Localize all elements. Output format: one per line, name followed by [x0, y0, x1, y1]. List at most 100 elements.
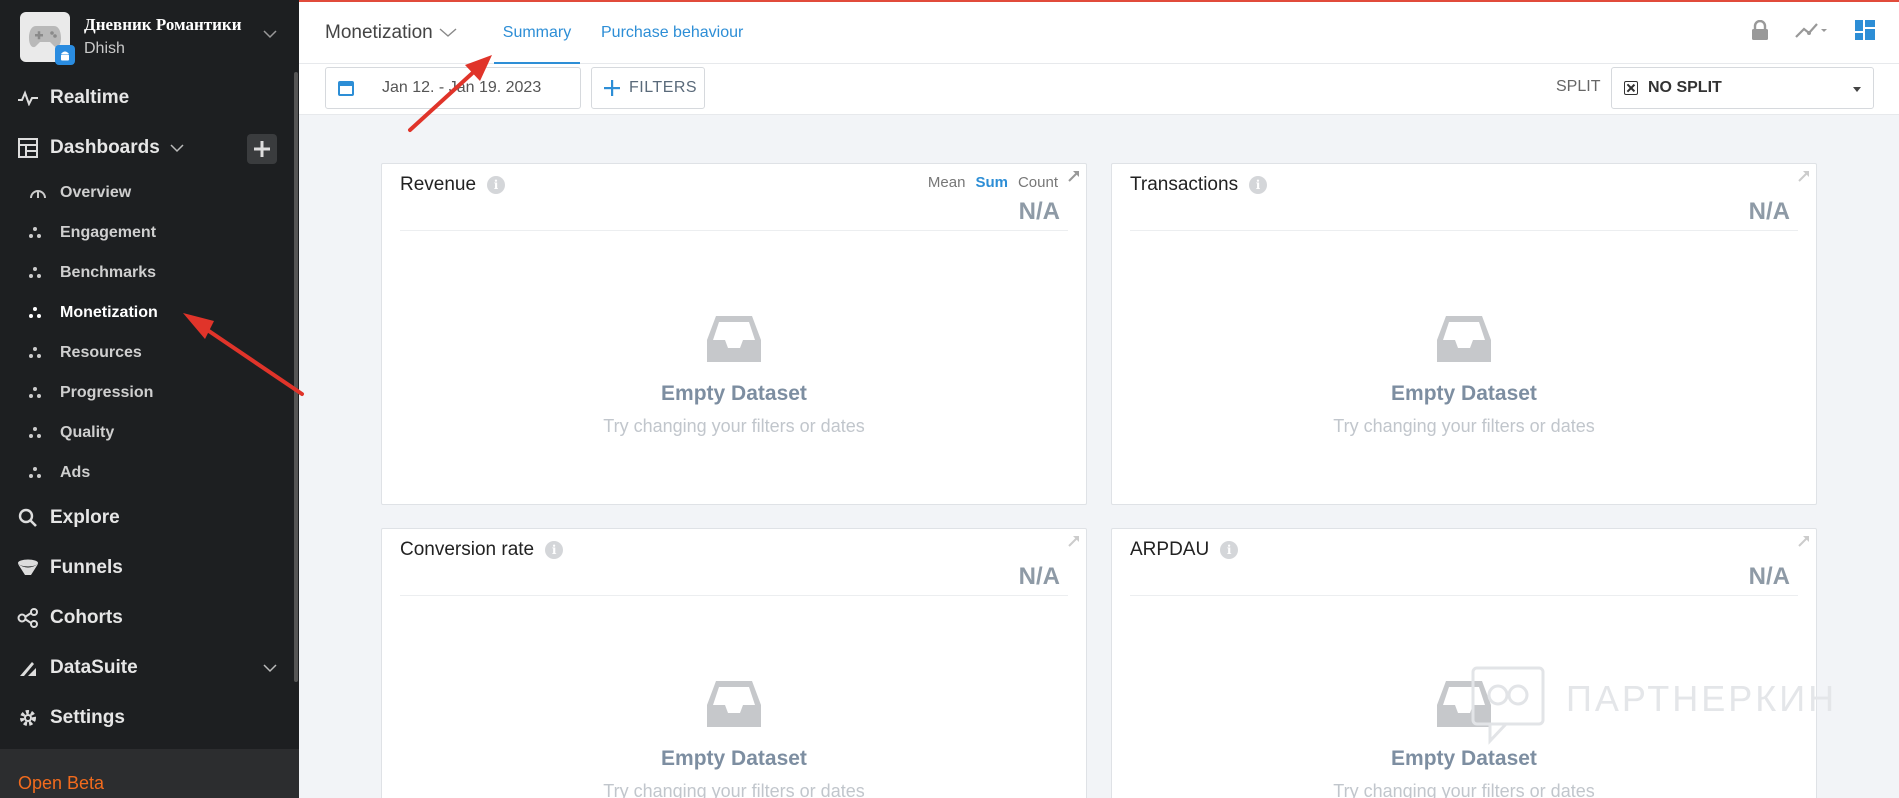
expand-icon[interactable] — [1067, 535, 1080, 548]
chart-settings-icon[interactable] — [1795, 21, 1829, 39]
split-label: SPLIT — [1556, 78, 1601, 95]
card-title: Conversion rate — [400, 539, 535, 560]
sidebar-item-ads[interactable]: Ads — [0, 453, 299, 493]
card-title: Revenue — [400, 174, 477, 195]
nav-funnels-label: Funnels — [50, 557, 123, 578]
open-beta-link[interactable]: Open Beta — [0, 749, 299, 798]
metric-tabs: Mean Sum Count — [928, 174, 1058, 191]
divider — [400, 595, 1068, 596]
nav-cohorts[interactable]: Cohorts — [0, 593, 299, 643]
nav-cohorts-label: Cohorts — [50, 607, 123, 628]
info-icon[interactable]: i — [487, 176, 506, 194]
expand-icon[interactable] — [1797, 170, 1810, 183]
dots-icon — [29, 467, 41, 478]
transactions-card: Transactions i N/A Empty Dataset Try chan… — [1111, 163, 1817, 505]
nav-datasuite[interactable]: DataSuite — [0, 643, 299, 693]
sidebar-item-label: Engagement — [60, 224, 157, 241]
caret-down-icon — [1853, 87, 1861, 92]
tab-purchase-behaviour[interactable]: Purchase behaviour — [601, 24, 743, 64]
app-switcher[interactable]: Дневник Романтики Dhish — [0, 0, 299, 73]
nav-realtime-label: Realtime — [50, 87, 130, 108]
empty-subtitle: Try changing your filters or dates — [1333, 781, 1595, 798]
close-box-icon — [1624, 81, 1638, 95]
sidebar-item-monetization[interactable]: Monetization — [0, 293, 299, 333]
card-title: Transactions — [1130, 174, 1239, 195]
sidebar-item-engagement[interactable]: Engagement — [0, 213, 299, 253]
sidebar-item-label: Benchmarks — [60, 264, 157, 281]
info-icon[interactable]: i — [1249, 176, 1268, 194]
divider — [1130, 230, 1798, 231]
sidebar-item-quality[interactable]: Quality — [0, 413, 299, 453]
metric-tab-sum[interactable]: Sum — [975, 174, 1008, 191]
sidebar-item-label: Overview — [60, 184, 132, 201]
empty-title: Empty Dataset — [1391, 747, 1537, 770]
nav-dashboards-label: Dashboards — [50, 137, 160, 158]
nav-dashboards[interactable]: Dashboards — [0, 123, 299, 173]
dots-icon — [29, 267, 41, 278]
filters-button[interactable]: FILTERS — [591, 67, 705, 109]
arpdau-card: ARPDAU i N/A Empty Dataset Try changing y… — [1111, 528, 1817, 798]
metric-value: N/A — [1018, 563, 1060, 590]
sidebar-item-label: Resources — [60, 344, 142, 361]
nav-realtime[interactable]: Realtime — [0, 73, 299, 123]
empty-state: Empty Dataset Try changing your filters … — [1112, 314, 1816, 437]
app-icon — [20, 11, 75, 65]
search-icon — [16, 506, 40, 530]
app-name: Дневник Романтики — [84, 15, 242, 34]
metric-tab-mean[interactable]: Mean — [928, 174, 966, 191]
breadcrumb[interactable]: Monetization — [325, 22, 457, 44]
empty-title: Empty Dataset — [661, 382, 807, 405]
nav-datasuite-label: DataSuite — [50, 657, 138, 678]
dots-icon — [29, 307, 41, 318]
empty-subtitle: Try changing your filters or dates — [1333, 416, 1595, 436]
sidebar: Дневник Романтики Dhish Realtime Dashboa… — [0, 0, 299, 798]
nav-explore[interactable]: Explore — [0, 493, 299, 543]
nav-funnels[interactable]: Funnels — [0, 543, 299, 593]
metric-value: N/A — [1748, 198, 1790, 225]
sidebar-item-benchmarks[interactable]: Benchmarks — [0, 253, 299, 293]
datasuite-icon — [16, 656, 40, 680]
nav-settings-label: Settings — [50, 707, 125, 728]
empty-title: Empty Dataset — [661, 747, 807, 770]
chevron-down-icon[interactable] — [170, 143, 184, 153]
revenue-card: Revenue i Mean Sum Count N/A Empty Datase… — [381, 163, 1087, 505]
sidebar-item-label: Progression — [60, 384, 154, 401]
info-icon[interactable]: i — [545, 541, 564, 559]
nav-explore-label: Explore — [50, 507, 120, 528]
expand-icon[interactable] — [1797, 535, 1810, 548]
divider — [1130, 595, 1798, 596]
watermark-text: ПАРТНЕРКИН — [1566, 678, 1838, 719]
card-title: ARPDAU — [1130, 539, 1210, 560]
date-range-picker[interactable]: Jan 12. - Jan 19. 2023 — [325, 67, 581, 109]
inbox-tray-icon — [707, 681, 761, 727]
info-icon[interactable]: i — [1220, 541, 1239, 559]
filter-toolbar: Jan 12. - Jan 19. 2023 FILTERS SPLIT NO … — [299, 64, 1899, 115]
expand-icon[interactable] — [1067, 170, 1080, 183]
funnel-icon — [16, 556, 40, 580]
conversion-rate-card: Conversion rate i N/A Empty Dataset Try c… — [381, 528, 1087, 798]
sidebar-item-overview[interactable]: Overview — [0, 173, 299, 213]
pulse-icon — [16, 86, 40, 110]
app-platform: Dhish — [84, 40, 125, 57]
sidebar-item-resources[interactable]: Resources — [0, 333, 299, 373]
sidebar-item-label: Quality — [60, 424, 115, 441]
add-dashboard-button[interactable] — [247, 134, 277, 164]
filters-label: FILTERS — [629, 79, 698, 96]
watermark-logo-icon — [1471, 666, 1545, 745]
android-icon — [55, 44, 75, 65]
metric-tab-count[interactable]: Count — [1018, 174, 1058, 191]
split-select[interactable]: NO SPLIT — [1611, 67, 1874, 109]
cohorts-icon — [16, 606, 40, 630]
top-bar: Monetization Summary Purchase behaviour — [299, 0, 1899, 64]
dots-icon — [29, 427, 41, 438]
plus-icon — [604, 80, 620, 96]
divider — [400, 230, 1068, 231]
chevron-down-icon[interactable] — [263, 664, 277, 673]
dashboard-grid-icon — [16, 136, 40, 160]
sidebar-item-progression[interactable]: Progression — [0, 373, 299, 413]
nav-settings[interactable]: Settings — [0, 693, 299, 743]
lock-icon[interactable] — [1751, 20, 1769, 40]
dashboard-layout-icon[interactable] — [1855, 20, 1875, 40]
sidebar-scrollbar[interactable] — [294, 72, 298, 682]
tab-summary[interactable]: Summary — [494, 24, 580, 64]
